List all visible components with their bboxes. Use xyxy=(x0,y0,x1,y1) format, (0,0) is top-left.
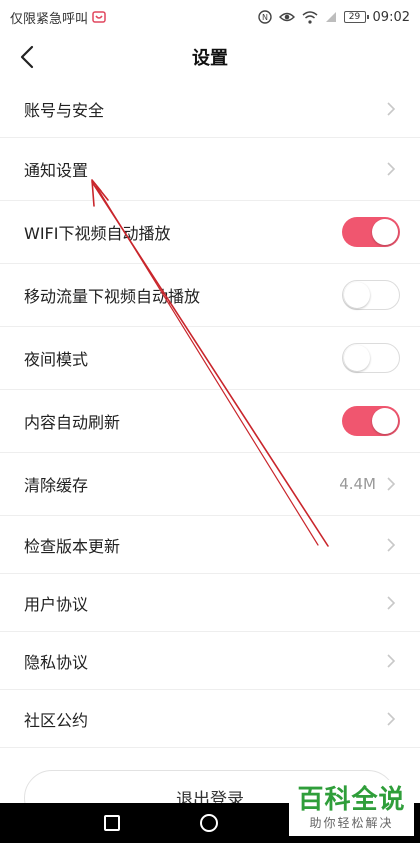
chevron-right-icon xyxy=(386,537,396,553)
status-bar: 仅限紧急呼叫 N 29 09:02 xyxy=(0,0,420,34)
watermark-logo: 百科全说 助你轻松解决 xyxy=(289,780,414,836)
settings-row-user-agreement[interactable]: 用户协议 xyxy=(0,574,420,632)
mobile-autoplay-toggle[interactable] xyxy=(342,280,400,310)
toggle-knob xyxy=(372,219,398,245)
chevron-right-icon xyxy=(386,711,396,727)
nav-header: 设置 xyxy=(0,34,420,80)
wifi-icon xyxy=(302,10,318,24)
status-left: 仅限紧急呼叫 xyxy=(10,8,106,27)
clock: 09:02 xyxy=(372,9,410,25)
toggle-knob xyxy=(344,344,370,371)
settings-row-account[interactable]: 账号与安全 xyxy=(0,80,420,138)
row-label: WIFI下视频自动播放 xyxy=(24,224,171,243)
row-label: 用户协议 xyxy=(24,594,89,614)
signal-icon xyxy=(325,11,337,23)
status-right: N 29 09:02 xyxy=(257,9,410,25)
settings-row-wifi-autoplay: WIFI下视频自动播放 xyxy=(0,201,420,264)
chevron-right-icon xyxy=(386,161,396,177)
settings-row-night-mode: 夜间模式 xyxy=(0,327,420,390)
toggle-knob xyxy=(344,281,370,308)
back-button[interactable] xyxy=(10,40,44,74)
cache-size: 4.4M xyxy=(339,475,376,493)
row-label: 移动流量下视频自动播放 xyxy=(24,287,201,306)
row-label: 账号与安全 xyxy=(24,100,105,120)
battery-icon: 29 xyxy=(343,11,369,23)
settings-list: 账号与安全 通知设置 WIFI下视频自动播放 移动流量下视频自动播放 夜间模式 … xyxy=(0,80,420,748)
settings-row-mobile-autoplay: 移动流量下视频自动播放 xyxy=(0,264,420,327)
chevron-right-icon xyxy=(386,595,396,611)
settings-row-check-update[interactable]: 检查版本更新 xyxy=(0,516,420,574)
auto-refresh-toggle[interactable] xyxy=(342,406,400,436)
row-label: 通知设置 xyxy=(24,161,89,180)
settings-row-community-rules[interactable]: 社区公约 xyxy=(0,690,420,748)
chevron-right-icon xyxy=(386,653,396,669)
sim-app-icon xyxy=(92,10,106,24)
night-mode-toggle[interactable] xyxy=(342,343,400,373)
wifi-autoplay-toggle[interactable] xyxy=(342,217,400,247)
settings-row-privacy[interactable]: 隐私协议 xyxy=(0,632,420,690)
row-label: 夜间模式 xyxy=(24,350,89,369)
row-label: 检查版本更新 xyxy=(24,536,121,556)
settings-row-auto-refresh: 内容自动刷新 xyxy=(0,390,420,453)
back-arrow-icon xyxy=(20,45,34,69)
watermark-subtitle: 助你轻松解决 xyxy=(309,816,394,830)
carrier-text: 仅限紧急呼叫 xyxy=(10,11,89,27)
row-label: 内容自动刷新 xyxy=(24,413,121,432)
eye-icon xyxy=(278,11,295,23)
nfc-icon: N xyxy=(257,10,272,24)
page-title: 设置 xyxy=(192,48,228,69)
settings-row-notifications[interactable]: 通知设置 xyxy=(0,138,420,201)
row-label: 清除缓存 xyxy=(24,476,89,495)
settings-row-clear-cache[interactable]: 清除缓存 4.4M xyxy=(0,453,420,516)
chevron-right-icon xyxy=(386,101,396,117)
home-button[interactable] xyxy=(200,814,218,832)
svg-text:N: N xyxy=(262,13,268,22)
recents-button[interactable] xyxy=(104,815,120,831)
row-label: 社区公约 xyxy=(24,710,89,730)
row-label: 隐私协议 xyxy=(24,652,89,672)
chevron-right-icon xyxy=(386,476,396,492)
toggle-knob xyxy=(372,408,398,434)
watermark-title: 百科全说 xyxy=(297,785,406,815)
